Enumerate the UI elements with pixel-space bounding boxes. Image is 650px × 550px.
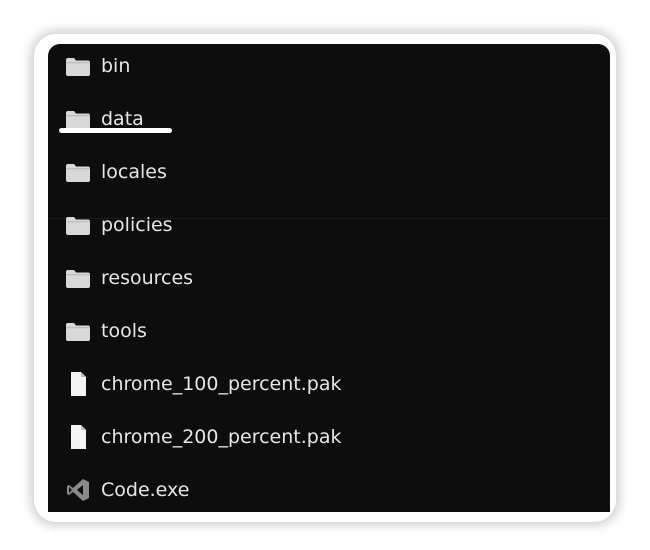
list-item-code-exe[interactable]: Code.exe (64, 473, 189, 507)
folder-icon (64, 264, 92, 292)
item-label: tools (101, 320, 147, 342)
highlight-underline (59, 128, 172, 133)
folder-icon (64, 158, 92, 186)
file-icon (64, 423, 92, 451)
item-label: resources (101, 267, 194, 289)
folder-icon (64, 211, 92, 239)
item-label: locales (101, 161, 167, 183)
file-icon (64, 370, 92, 398)
item-label: policies (101, 214, 173, 236)
folder-icon (64, 52, 92, 80)
item-label: bin (101, 55, 131, 77)
item-label: chrome_200_percent.pak (101, 426, 342, 448)
file-explorer-list: bin data locales policies resources tool… (48, 44, 610, 512)
list-item-bin[interactable]: bin (64, 49, 130, 83)
folder-icon (64, 317, 92, 345)
vscode-icon (64, 476, 92, 504)
item-label: chrome_100_percent.pak (101, 373, 342, 395)
list-item-policies[interactable]: policies (64, 208, 173, 242)
list-item-chrome-100-pak[interactable]: chrome_100_percent.pak (64, 367, 342, 401)
item-label: Code.exe (101, 479, 190, 501)
list-item-tools[interactable]: tools (64, 314, 147, 348)
list-item-chrome-200-pak[interactable]: chrome_200_percent.pak (64, 420, 342, 454)
list-item-locales[interactable]: locales (64, 155, 167, 189)
list-item-resources[interactable]: resources (64, 261, 193, 295)
